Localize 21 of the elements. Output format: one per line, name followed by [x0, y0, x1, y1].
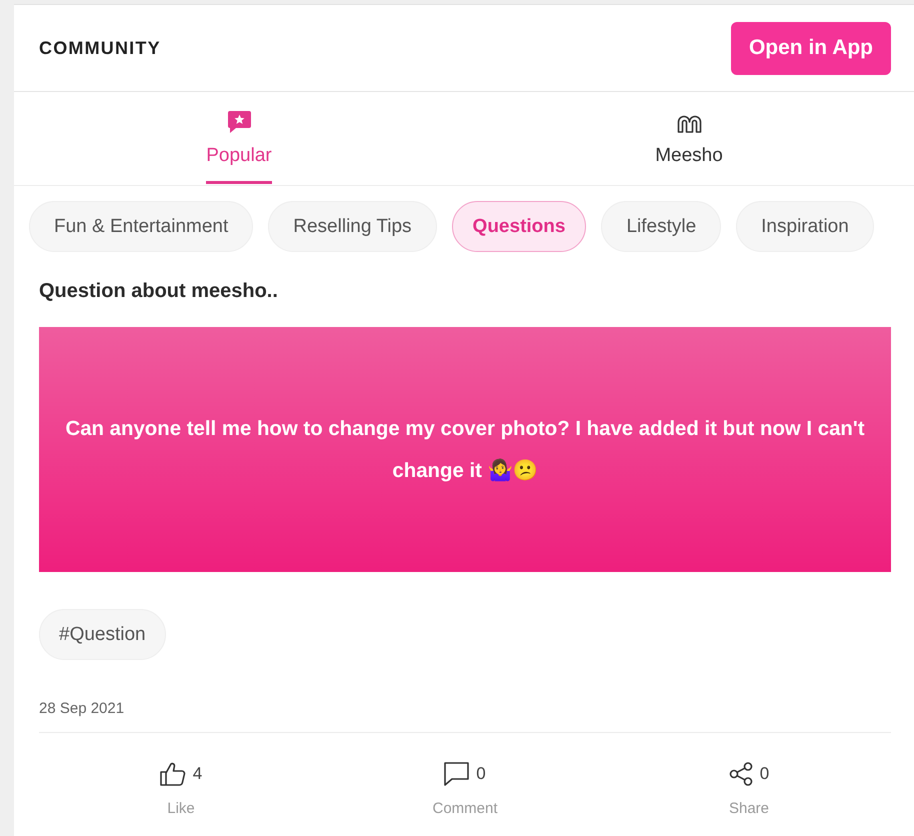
comment-button[interactable]: 0 Comment [432, 733, 498, 818]
thumbs-up-icon [160, 762, 186, 786]
post-title: Question about meesho.. [39, 279, 278, 303]
share-icon [728, 762, 753, 786]
tab[interactable]: Popular [14, 92, 464, 185]
share-button[interactable]: 0 Share [728, 733, 770, 818]
speech-bubble-icon [444, 762, 470, 786]
logo-icon [676, 115, 702, 133]
category-chip[interactable]: Inspiration [736, 201, 874, 252]
hashtag-chip[interactable]: #Question [39, 609, 166, 660]
post-text: Can anyone tell me how to change my cover photo? I have added it but now I can't change it 🤷‍♀😕 [64, 416, 866, 484]
tab[interactable]: Meesho [464, 92, 914, 185]
star-bubble-icon [228, 111, 250, 133]
category-chip[interactable]: Fun & Entertainment [29, 201, 254, 252]
category-chip[interactable]: Reselling Tips [268, 201, 437, 252]
category-chip[interactable]: Questions [452, 201, 586, 252]
open-in-app-button[interactable]: Open in App [731, 22, 891, 74]
category-chip[interactable]: Lifestyle [601, 201, 722, 252]
page-title: COMMUNITY [39, 38, 161, 58]
post-date: 28 Sep 2021 [39, 700, 124, 718]
like-button[interactable]: 4 Like [160, 733, 202, 818]
